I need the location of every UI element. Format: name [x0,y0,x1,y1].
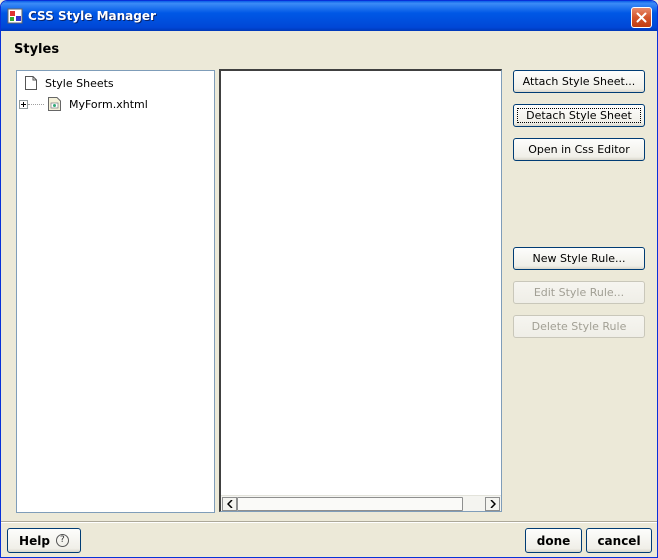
help-icon: ? [55,534,69,547]
document-icon [25,76,37,90]
chevron-left-icon [226,500,233,508]
tree-connector [28,103,44,105]
tree-item-label: MyForm.xhtml [69,97,148,111]
window-title: CSS Style Manager [28,9,156,23]
attach-style-sheet-button[interactable]: Attach Style Sheet... [513,70,645,93]
open-in-css-editor-button[interactable]: Open in Css Editor [513,138,645,161]
tree-root-label: Style Sheets [45,76,114,90]
title-bar[interactable]: CSS Style Manager [1,1,657,31]
help-label: Help [19,533,50,548]
css-style-manager-dialog: CSS Style Manager Styles Style Sheets My… [0,0,658,558]
scroll-right-button[interactable] [485,497,500,511]
help-button[interactable]: Help ? [7,528,81,553]
horizontal-scrollbar[interactable] [221,495,501,511]
styles-heading: Styles [14,42,60,57]
cancel-button[interactable]: cancel [586,528,652,553]
detach-style-sheet-button[interactable]: Detach Style Sheet [513,104,645,127]
scroll-thumb[interactable] [237,497,463,511]
tree-root-style-sheets[interactable]: Style Sheets [25,75,114,91]
scroll-left-button[interactable] [222,497,237,511]
edit-style-rule-button[interactable]: Edit Style Rule... [513,281,645,304]
chevron-right-icon [489,500,496,508]
close-button[interactable] [631,7,652,28]
css-manager-icon [7,8,23,24]
delete-style-rule-button[interactable]: Delete Style Rule [513,315,645,338]
style-sheet-tree[interactable]: Style Sheets MyForm.xhtml [16,70,215,513]
new-style-rule-button[interactable]: New Style Rule... [513,247,645,270]
done-button[interactable]: done [525,528,582,553]
expand-icon[interactable] [19,99,28,109]
css-file-icon [48,97,61,111]
footer-divider [1,521,657,523]
style-rules-panel[interactable] [219,69,502,512]
tree-item-myform[interactable]: MyForm.xhtml [19,95,148,113]
close-icon [636,12,647,23]
